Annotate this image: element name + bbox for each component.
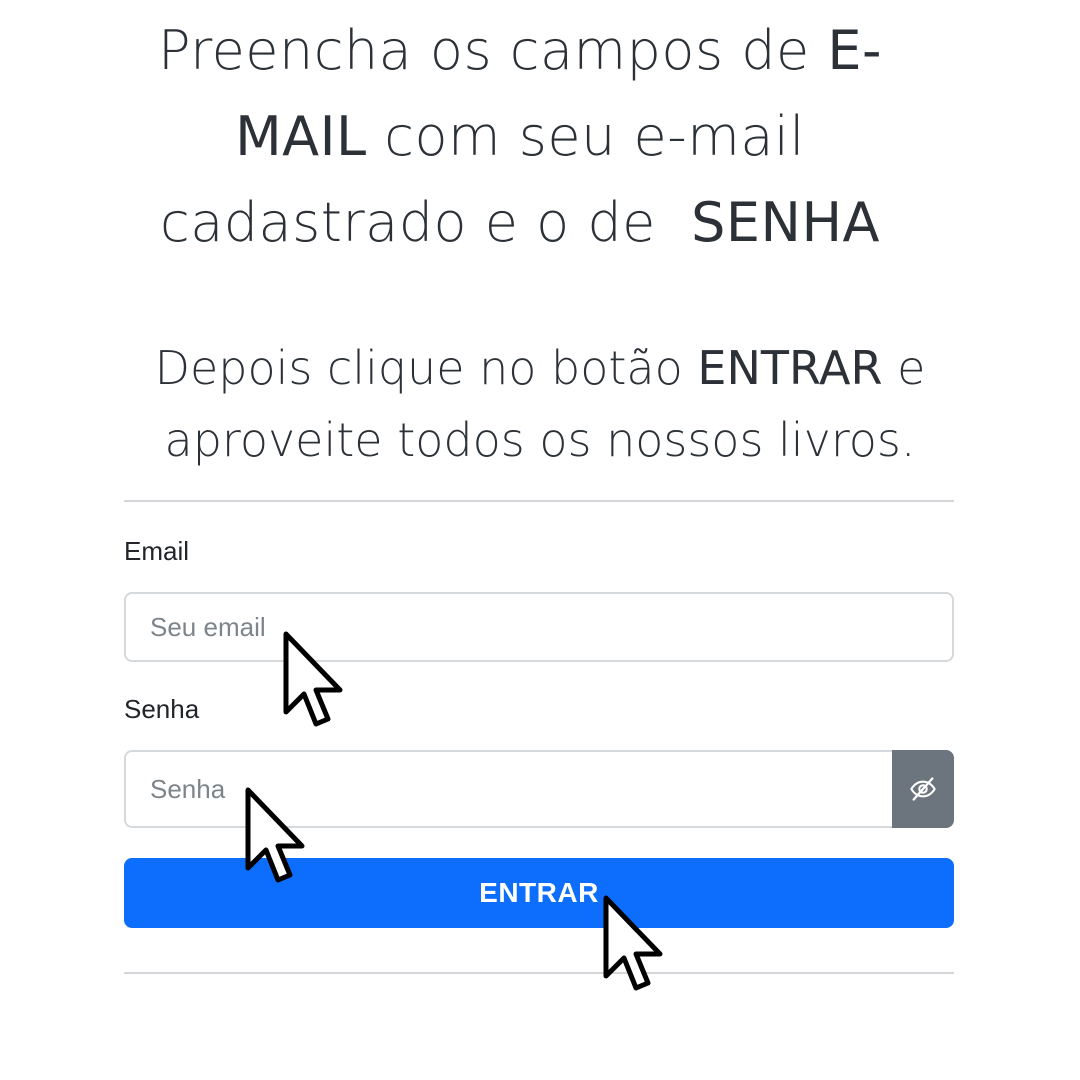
email-input[interactable] (124, 592, 954, 662)
heading-text: com seu e-mail (366, 105, 805, 168)
divider-top (124, 500, 954, 502)
subtext: e (882, 341, 926, 395)
subtext: Depois clique no botão (154, 341, 698, 395)
subtext-emphasis-entrar: ENTRAR (697, 341, 883, 395)
heading-emphasis-email: MAIL (235, 105, 367, 168)
eye-slash-icon (910, 777, 936, 801)
password-label: Senha (124, 694, 200, 724)
instruction-heading: Preencha os campos de E- MAIL com seu e-… (100, 8, 940, 266)
login-instructions-page: Preencha os campos de E- MAIL com seu e-… (0, 0, 1080, 1080)
toggle-password-visibility-button[interactable] (892, 750, 954, 828)
arrow-cursor-icon (603, 895, 663, 991)
divider-bottom (124, 972, 954, 974)
heading-text: cadastrado e o de (160, 191, 692, 254)
subtext: aproveite todos os nossos livros. (164, 413, 916, 467)
arrow-cursor-icon (283, 631, 343, 727)
heading-text: Preencha os campos de (157, 19, 828, 82)
email-label: Email (124, 536, 190, 566)
password-input[interactable] (124, 750, 894, 828)
instruction-subtext: Depois clique no botão ENTRAR e aproveit… (90, 332, 990, 476)
heading-emphasis-email: E- (827, 19, 883, 82)
heading-emphasis-senha: SENHA (691, 191, 880, 254)
arrow-cursor-icon (245, 787, 305, 883)
